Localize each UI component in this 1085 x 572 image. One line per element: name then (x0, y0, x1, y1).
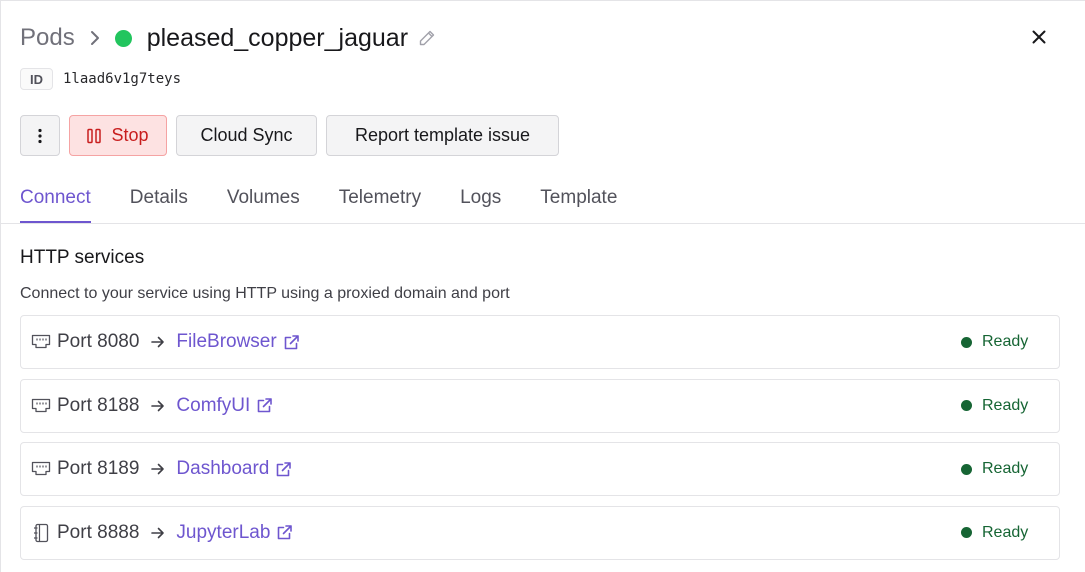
status-label: Ready (982, 523, 1029, 541)
pod-id-row: ID 1laad6v1g7teys (20, 68, 181, 90)
notebook-icon (31, 523, 51, 543)
chevron-right-icon (89, 30, 101, 46)
service-link-jupyterlab[interactable]: JupyterLab (176, 522, 270, 544)
pod-id-value[interactable]: 1laad6v1g7teys (63, 71, 181, 87)
ethernet-port-icon (31, 459, 51, 479)
stop-button-label: Stop (111, 125, 149, 145)
status-dot (961, 336, 972, 348)
breadcrumb: Pods pleased_copper_jaguar (20, 21, 436, 55)
tab-logs[interactable]: Logs (460, 179, 501, 224)
external-link-icon[interactable] (283, 334, 300, 351)
tab-details[interactable]: Details (130, 179, 188, 224)
service-row: Port 8188 ComfyUI Ready (20, 378, 1060, 433)
tab-volumes[interactable]: Volumes (227, 179, 300, 224)
tab-template[interactable]: Template (540, 179, 617, 224)
status-dot (961, 463, 972, 475)
status-label: Ready (982, 396, 1029, 414)
arrow-right-icon (151, 463, 165, 475)
service-row: Port 8189 Dashboard Ready (20, 442, 1060, 496)
port-label: Port 8888 (57, 521, 140, 543)
more-options-button[interactable] (20, 115, 60, 156)
pause-icon (87, 128, 102, 143)
report-template-issue-button[interactable]: Report template issue (326, 115, 559, 156)
port-label: Port 8189 (57, 458, 140, 479)
status-badge: Ready (961, 507, 1028, 559)
tabs-divider (1, 223, 1085, 224)
status-badge: Ready (961, 380, 1028, 432)
status-badge: Ready (961, 443, 1028, 495)
pod-status-dot (114, 29, 132, 47)
status-label: Ready (982, 460, 1029, 477)
tab-telemetry[interactable]: Telemetry (339, 179, 421, 224)
tab-connect[interactable]: Connect (20, 179, 91, 224)
close-icon (1032, 30, 1046, 44)
ethernet-port-icon (31, 332, 51, 352)
breadcrumb-pods-link[interactable]: Pods (20, 24, 75, 52)
pod-name-title: pleased_copper_jaguar (146, 23, 409, 52)
service-row: Port 8888 JupyterLab Ready (20, 505, 1060, 560)
action-toolbar: Stop Cloud Sync Report template issue (20, 115, 568, 156)
tab-bar: Connect Details Volumes Telemetry Logs T… (20, 179, 656, 224)
external-link-icon[interactable] (275, 461, 292, 478)
status-label: Ready (982, 333, 1029, 350)
service-link-dashboard[interactable]: Dashboard (176, 458, 269, 480)
stop-button[interactable]: Stop (69, 115, 167, 156)
http-services-heading: HTTP services (20, 247, 145, 268)
pod-detail-panel: Pods pleased_copper_jaguar ID 1laad6v1g7… (0, 0, 1085, 572)
port-label: Port 8188 (57, 394, 140, 416)
pencil-icon[interactable] (418, 29, 436, 47)
vertical-ellipsis-icon (38, 128, 42, 143)
status-badge: Ready (961, 316, 1028, 368)
cloud-sync-button[interactable]: Cloud Sync (176, 115, 317, 156)
arrow-right-icon (151, 336, 165, 348)
http-services-list: Port 8080 FileBrowser Ready Port 8188 Co… (20, 315, 1060, 569)
arrow-right-icon (151, 527, 165, 539)
service-link-comfyui[interactable]: ComfyUI (176, 395, 250, 417)
external-link-icon[interactable] (256, 397, 273, 414)
port-label: Port 8080 (57, 331, 140, 352)
external-link-icon[interactable] (276, 524, 293, 541)
service-row: Port 8080 FileBrowser Ready (20, 315, 1060, 369)
id-badge: ID (20, 68, 53, 90)
arrow-right-icon (151, 400, 165, 412)
status-dot (961, 527, 972, 538)
service-link-filebrowser[interactable]: FileBrowser (176, 331, 276, 353)
close-button[interactable] (1025, 23, 1053, 51)
ethernet-port-icon (31, 396, 51, 416)
status-dot (961, 400, 972, 411)
http-services-description: Connect to your service using HTTP using… (20, 285, 510, 302)
